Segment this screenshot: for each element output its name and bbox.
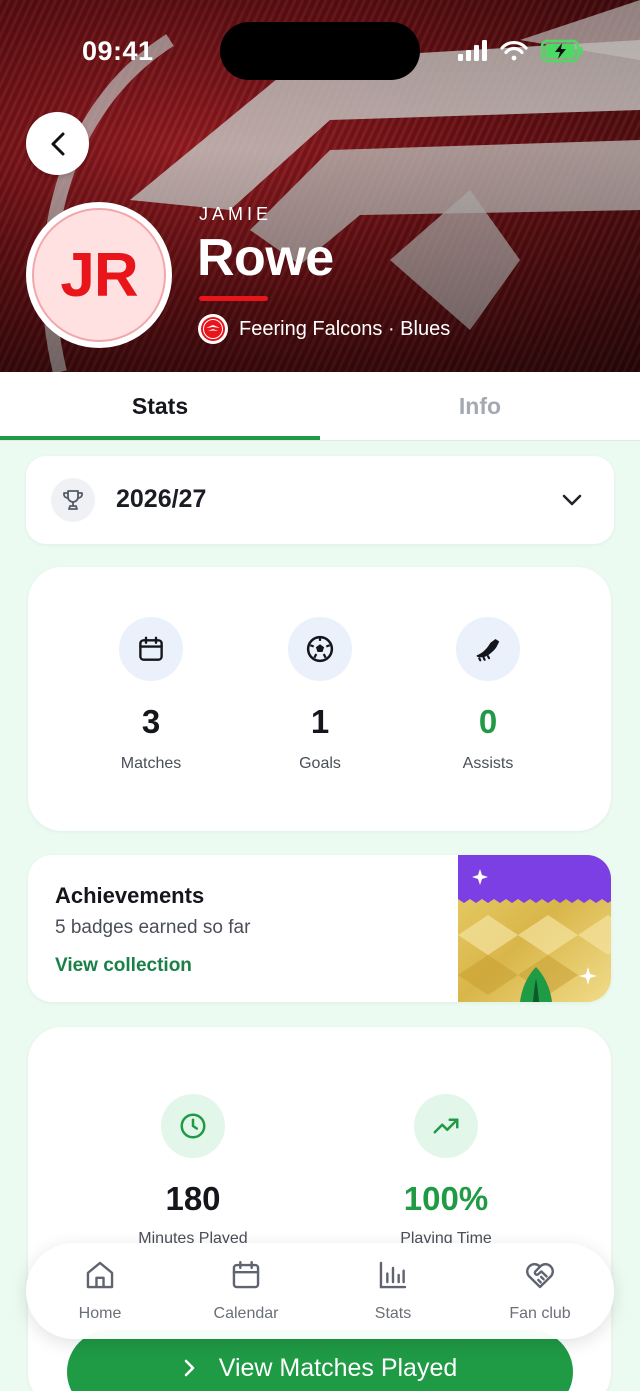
trending-up-icon: [414, 1094, 478, 1158]
avatar: JR: [26, 202, 172, 348]
badge-collection-art: [458, 855, 611, 1002]
tab-stats[interactable]: Stats: [0, 372, 320, 440]
tabbar-label: Calendar: [213, 1305, 279, 1322]
club-row: Feering Falcons · Blues: [198, 313, 450, 345]
stat-matches: 3 Matches: [66, 617, 236, 773]
home-icon: [45, 1255, 155, 1295]
profile-header: 09:41 JR JAMIE Rowe Feering Falcons · Bl…: [0, 0, 640, 372]
profile-tabs: Stats Info: [0, 372, 640, 441]
season-value: 2026/27: [116, 485, 207, 513]
player-first-name: JAMIE: [199, 204, 273, 224]
stat-assists: 0 Assists: [403, 617, 573, 773]
club-badge-icon: [198, 314, 228, 344]
achievements-subtitle: 5 badges earned so far: [55, 917, 251, 938]
stat-label: Matches: [120, 755, 182, 772]
wifi-icon: [500, 41, 528, 61]
boot-icon: [456, 617, 520, 681]
stat-value: 180: [165, 1180, 221, 1217]
status-indicators: [458, 39, 583, 63]
stat-value: 3: [141, 703, 161, 740]
status-bar: 09:41: [0, 0, 640, 100]
status-time: 09:41: [82, 36, 154, 66]
battery-charging-icon: [540, 39, 583, 63]
dynamic-island: [220, 22, 420, 80]
tabbar-label: Fan club: [509, 1305, 571, 1322]
stat-goals: 1 Goals: [235, 617, 405, 773]
view-matches-label: View Matches Played: [218, 1354, 458, 1382]
chevron-left-icon: [51, 132, 64, 155]
tab-active-indicator: [0, 436, 320, 440]
signal-icon: [458, 40, 487, 61]
club-team-label: Feering Falcons · Blues: [239, 317, 451, 340]
tab-info[interactable]: Info: [320, 372, 640, 440]
player-last-name: Rowe: [197, 229, 334, 287]
tabbar-item-calendar[interactable]: Calendar: [191, 1255, 301, 1323]
view-matches-played-button[interactable]: View Matches Played: [67, 1330, 573, 1391]
view-collection-link[interactable]: View collection: [55, 955, 192, 977]
chevron-right-icon: [184, 1359, 195, 1377]
stat-playing-time: 100% Playing Time: [336, 1094, 556, 1248]
achievements-card[interactable]: Achievements 5 badges earned so far View…: [28, 855, 611, 1002]
season-selector[interactable]: 2026/27: [26, 456, 614, 544]
tabbar-item-home[interactable]: Home: [45, 1255, 155, 1323]
name-accent-bar: [199, 296, 268, 301]
back-button[interactable]: [26, 112, 89, 175]
clock-icon: [161, 1094, 225, 1158]
bottom-tab-bar: Home Calendar Stats Fan club: [26, 1243, 614, 1339]
heart-handshake-icon: [485, 1255, 595, 1295]
tabbar-item-stats[interactable]: Stats: [338, 1255, 448, 1323]
avatar-initials: JR: [32, 208, 166, 342]
chevron-down-icon: [562, 494, 582, 506]
tabbar-label: Stats: [374, 1305, 412, 1322]
football-icon: [288, 617, 352, 681]
bar-chart-icon: [338, 1255, 448, 1295]
achievements-title: Achievements: [55, 883, 205, 908]
stat-value: 1: [310, 703, 330, 740]
calendar-icon: [119, 617, 183, 681]
calendar-icon: [191, 1255, 301, 1295]
trophy-icon: [51, 478, 95, 522]
stat-value: 100%: [403, 1180, 489, 1217]
stat-label: Goals: [299, 755, 341, 772]
stat-label: Assists: [462, 755, 514, 772]
stat-minutes-played: 180 Minutes Played: [83, 1094, 303, 1248]
season-stats-card: 3 Matches 1 Goals 0 Assists: [28, 567, 611, 831]
stat-value: 0: [478, 703, 498, 740]
tabbar-label: Home: [78, 1305, 122, 1322]
tabbar-item-fan-club[interactable]: Fan club: [485, 1255, 595, 1323]
